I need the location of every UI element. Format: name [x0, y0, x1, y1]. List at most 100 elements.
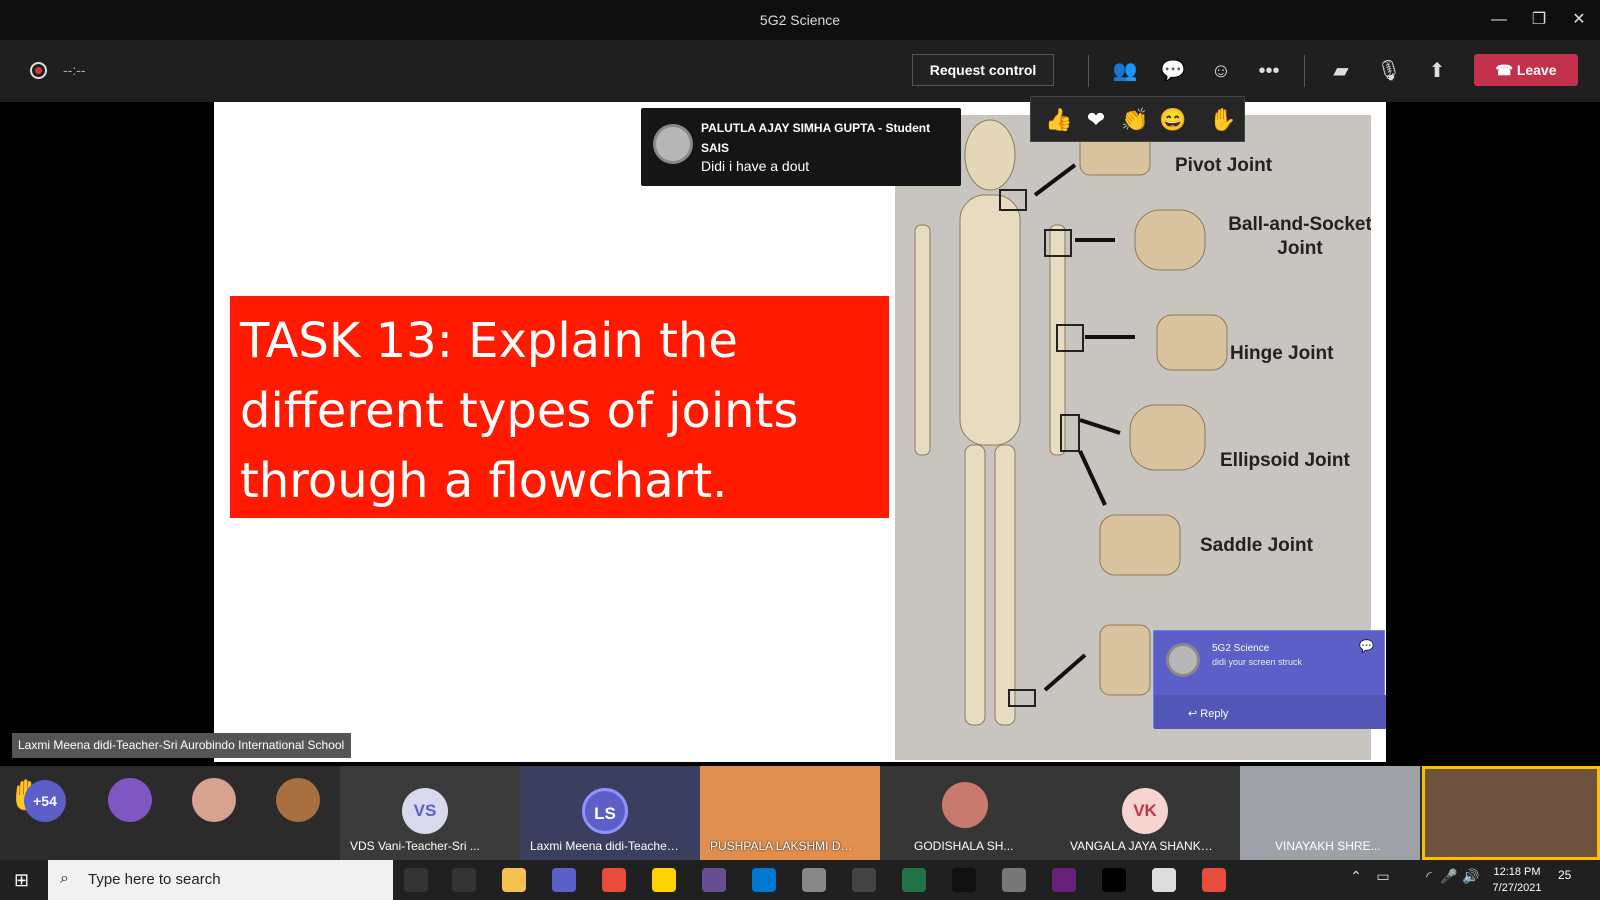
excel-icon[interactable]	[902, 868, 926, 892]
clap-icon[interactable]: 👏	[1121, 107, 1148, 133]
meeting-toolbar: --:-- Request control 👥 💬 ☺ ••• ▰ 🎙 ⬆ ☎ …	[0, 40, 1600, 102]
windows-start-icon[interactable]: ⊞	[14, 870, 34, 890]
search-placeholder: Type here to search	[88, 871, 221, 888]
participant-name: VANGALA JAYA SHANKAR...	[1070, 839, 1220, 853]
toolbar-divider	[1088, 55, 1089, 87]
presenter-caption: Laxmi Meena didi-Teacher-Sri Aurobindo I…	[12, 733, 351, 758]
teams-icon[interactable]	[552, 868, 576, 892]
request-control-button[interactable]: Request control	[912, 54, 1054, 86]
avatar	[276, 778, 320, 822]
task-heading: TASK 13: Explain the different types of …	[230, 296, 889, 518]
participant-name: VDS Vani-Teacher-Sri ...	[350, 839, 480, 853]
participant-roster: ✋ +54 VS VDS Vani-Teacher-Sri ... LS Lax…	[0, 766, 1600, 860]
notifications-badge[interactable]: 25	[1558, 868, 1588, 892]
reply-button[interactable]: ↩ Reply	[1154, 695, 1386, 729]
participant-name: VINAYAKH SHRE...	[1275, 839, 1381, 853]
app-icon[interactable]	[1002, 868, 1026, 892]
recording-timer: --:--	[63, 62, 86, 78]
file-explorer-icon[interactable]	[502, 868, 526, 892]
raise-hand-icon[interactable]: ✋	[1209, 107, 1236, 133]
participant-tile[interactable]: LS Laxmi Meena didi-Teacher...	[520, 766, 700, 860]
raise-hand-notification[interactable]: PALUTLA AJAY SIMHA GUPTA - Student SAIS …	[641, 108, 961, 186]
record-icon	[30, 62, 47, 79]
app-icon[interactable]	[852, 868, 876, 892]
avatar	[942, 782, 988, 828]
app-icon[interactable]	[1152, 868, 1176, 892]
sticky-notes-icon[interactable]	[652, 868, 676, 892]
pivot-joint-label: Pivot Joint	[1175, 155, 1273, 176]
participant-initials: VK	[1122, 788, 1168, 834]
close-icon[interactable]: ✕	[1562, 8, 1596, 32]
microphone-icon[interactable]: 🎤	[1440, 868, 1458, 886]
app-icon[interactable]	[702, 868, 726, 892]
share-icon[interactable]: ⬆	[1422, 56, 1452, 86]
saddle-joint-label: Saddle Joint	[1200, 535, 1313, 556]
taskbar-date: 7/27/2021	[1492, 882, 1542, 894]
participant-tile[interactable]: GODISHALA SH...	[880, 766, 1060, 860]
avatar	[653, 124, 693, 164]
ellipsoid-joint-label: Ellipsoid Joint	[1220, 450, 1350, 471]
volume-icon[interactable]: 🔊	[1462, 868, 1480, 886]
hinge-joint-label: Hinge Joint	[1230, 343, 1334, 364]
thumbs-up-icon[interactable]: 👍	[1045, 107, 1072, 133]
cortana-icon[interactable]	[404, 868, 428, 892]
pycharm-icon[interactable]	[1102, 868, 1126, 892]
toolbar-divider	[1304, 55, 1305, 87]
taskbar-time: 12:18 PM	[1493, 866, 1541, 878]
reactions-icon[interactable]: ☺	[1206, 56, 1236, 86]
avatar	[1166, 643, 1200, 677]
windows-taskbar: ⊞ ⌕ Type here to search ⌃ ▭ ◜ 🎤 🔊 12:18 …	[0, 860, 1600, 900]
reply-label: Reply	[1200, 708, 1229, 720]
more-participants-badge[interactable]: +54	[24, 780, 66, 822]
participant-tile[interactable]: VK VANGALA JAYA SHANKAR...	[1060, 766, 1240, 860]
search-icon: ⌕	[60, 870, 69, 887]
window-title: 5G2 Science	[759, 12, 841, 28]
chat-bubble-icon: 💬	[1359, 639, 1374, 653]
people-icon[interactable]: 👥	[1110, 56, 1140, 86]
taskbar-clock[interactable]: 12:18 PM 7/27/2021	[1484, 864, 1550, 896]
heart-icon[interactable]: ❤	[1083, 107, 1109, 133]
participant-name: PUSHPALA LAKSHMI DHA...	[710, 839, 860, 853]
participant-overflow[interactable]: ✋ +54	[0, 766, 340, 860]
participant-initials: LS	[582, 788, 628, 834]
avatar	[108, 778, 152, 822]
reply-icon: ↩	[1188, 708, 1201, 720]
leave-label: Leave	[1516, 61, 1557, 78]
chat-icon[interactable]: 💬	[1158, 56, 1188, 86]
participant-name: GODISHALA SH...	[914, 839, 1014, 853]
minimize-icon[interactable]: —	[1482, 8, 1516, 32]
app-icon[interactable]	[752, 868, 776, 892]
chevron-up-icon[interactable]: ⌃	[1347, 868, 1365, 886]
chrome-icon[interactable]	[602, 868, 626, 892]
chat-sender: 5G2 Science	[1212, 643, 1270, 654]
camera-icon[interactable]: ▰	[1326, 56, 1356, 86]
app-icon[interactable]	[1202, 868, 1226, 892]
participant-initials: VS	[402, 788, 448, 834]
avatar	[192, 778, 236, 822]
visual-studio-icon[interactable]	[1052, 868, 1076, 892]
self-video-tile[interactable]	[1422, 766, 1600, 860]
mic-off-icon[interactable]: 🎙	[1374, 56, 1404, 86]
more-icon[interactable]: •••	[1254, 56, 1284, 86]
title-bar: 5G2 Science — ❐ ✕	[0, 0, 1600, 40]
chat-notification[interactable]: 5G2 Science didi your screen struck 💬 ↩ …	[1153, 630, 1386, 729]
taskbar-search[interactable]: ⌕ Type here to search	[48, 860, 393, 900]
ball-socket-joint-label: Ball-and-Socket Joint	[1228, 214, 1371, 259]
task-view-icon[interactable]	[452, 868, 476, 892]
participant-tile[interactable]: VS VDS Vani-Teacher-Sri ...	[340, 766, 520, 860]
app-icon[interactable]	[802, 868, 826, 892]
terminal-icon[interactable]	[952, 868, 976, 892]
participant-video[interactable]: PUSHPALA LAKSHMI DHA...	[700, 766, 880, 860]
wifi-icon[interactable]: ◜	[1420, 868, 1438, 886]
notification-name: PALUTLA AJAY SIMHA GUPTA - Student SAIS	[701, 121, 931, 155]
restore-icon[interactable]: ❐	[1522, 8, 1556, 32]
laugh-icon[interactable]: 😄	[1159, 107, 1186, 133]
leave-button[interactable]: ☎ Leave	[1474, 54, 1578, 86]
participant-video[interactable]: VINAYAKH SHRE...	[1240, 766, 1420, 860]
phone-icon: ☎	[1495, 61, 1517, 78]
chat-message: didi your screen struck	[1212, 657, 1303, 667]
participant-name: Laxmi Meena didi-Teacher...	[530, 839, 680, 853]
notification-message: Didi i have a dout	[701, 158, 810, 174]
battery-icon[interactable]: ▭	[1374, 868, 1392, 886]
reaction-tray: 👍 ❤ 👏 😄 ✋	[1030, 96, 1245, 142]
